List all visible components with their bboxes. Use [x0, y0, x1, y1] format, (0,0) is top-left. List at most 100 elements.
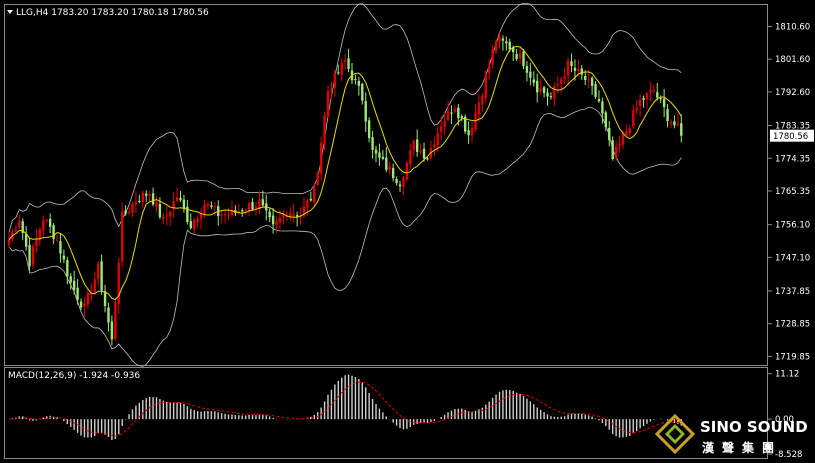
symbol-dropdown-icon[interactable] [7, 10, 13, 14]
candle [597, 90, 601, 103]
candle [165, 205, 168, 226]
candle [103, 284, 107, 313]
candle [560, 76, 563, 93]
candle [86, 288, 90, 309]
candle [289, 207, 292, 222]
chart-canvas: 1810.601801.601792.601783.351774.351765.… [4, 2, 814, 460]
candle [412, 139, 415, 157]
candle [395, 176, 398, 186]
header-symbol: LLG,H4 [16, 8, 49, 18]
candle [594, 81, 597, 100]
candle [213, 202, 216, 217]
header-low: 1780.18 [131, 8, 168, 18]
price-tick-label: 1774.35 [775, 154, 810, 164]
candle [134, 191, 138, 214]
candle [330, 81, 333, 99]
price-tick-label: 1728.85 [775, 320, 810, 330]
candle [446, 100, 450, 122]
candle [371, 130, 374, 159]
candle [608, 121, 611, 147]
candle [141, 190, 144, 208]
candle [467, 121, 470, 144]
candle [76, 279, 79, 305]
header-close: 1780.56 [172, 8, 209, 18]
price-tick-label: 1801.60 [775, 55, 810, 65]
candle [251, 197, 254, 211]
candle [628, 125, 632, 137]
candle [340, 58, 343, 81]
candle [536, 73, 539, 103]
candle [117, 258, 120, 315]
candle [659, 95, 662, 103]
candle [405, 160, 409, 182]
candle [367, 117, 371, 143]
candle [138, 194, 141, 204]
candle [271, 207, 275, 234]
candle [189, 213, 192, 230]
candle [230, 200, 234, 218]
candle [429, 140, 433, 161]
candle [676, 113, 680, 127]
candle [127, 207, 131, 216]
candle [333, 69, 337, 97]
price-tick-label: 1737.85 [775, 287, 810, 297]
candle [549, 92, 553, 100]
candle [42, 215, 45, 237]
candle [477, 93, 481, 122]
candle [169, 210, 172, 226]
candle [470, 121, 474, 143]
header-high: 1783.20 [91, 8, 128, 18]
candle [632, 105, 635, 129]
candle [385, 147, 388, 173]
candle [24, 226, 28, 251]
candle [364, 92, 367, 132]
candle [48, 213, 52, 234]
candle [28, 238, 31, 272]
candle [666, 104, 669, 128]
candle [313, 184, 316, 207]
candle [35, 228, 38, 253]
candle [409, 143, 412, 169]
candle [388, 161, 391, 175]
candle [162, 212, 165, 225]
candle [151, 187, 155, 207]
candle [453, 105, 457, 114]
candle [518, 46, 522, 64]
macd-label: MACD(12,26,9) [8, 371, 76, 381]
candle [206, 201, 210, 210]
candle [491, 45, 494, 69]
price-tick-label: 1756.10 [775, 221, 810, 231]
macd-signal-value: -0.936 [111, 371, 140, 381]
candle [179, 190, 182, 202]
candle [381, 150, 385, 161]
candle [241, 208, 244, 217]
candle [391, 163, 395, 182]
candle [419, 143, 422, 155]
candle [450, 105, 453, 125]
candle [62, 249, 66, 264]
candle [378, 143, 381, 166]
candle [529, 62, 532, 86]
candle [350, 62, 354, 85]
candle [100, 254, 103, 295]
candle [148, 190, 151, 203]
candle [110, 315, 114, 346]
candle [258, 191, 261, 215]
candle [361, 82, 364, 105]
candle [669, 119, 673, 128]
bollinger-upper-line [8, 2, 682, 233]
candle [38, 227, 42, 246]
candle [172, 191, 175, 218]
candle [357, 76, 361, 96]
candle [295, 211, 299, 227]
candle [402, 175, 405, 195]
candle [642, 95, 645, 108]
candle [14, 225, 18, 233]
candle [96, 260, 100, 287]
moving-average-line [8, 45, 682, 301]
macd-panel-border [4, 367, 768, 459]
candle [275, 216, 278, 234]
candle [316, 171, 319, 187]
candle [45, 218, 48, 223]
candle [618, 135, 621, 153]
